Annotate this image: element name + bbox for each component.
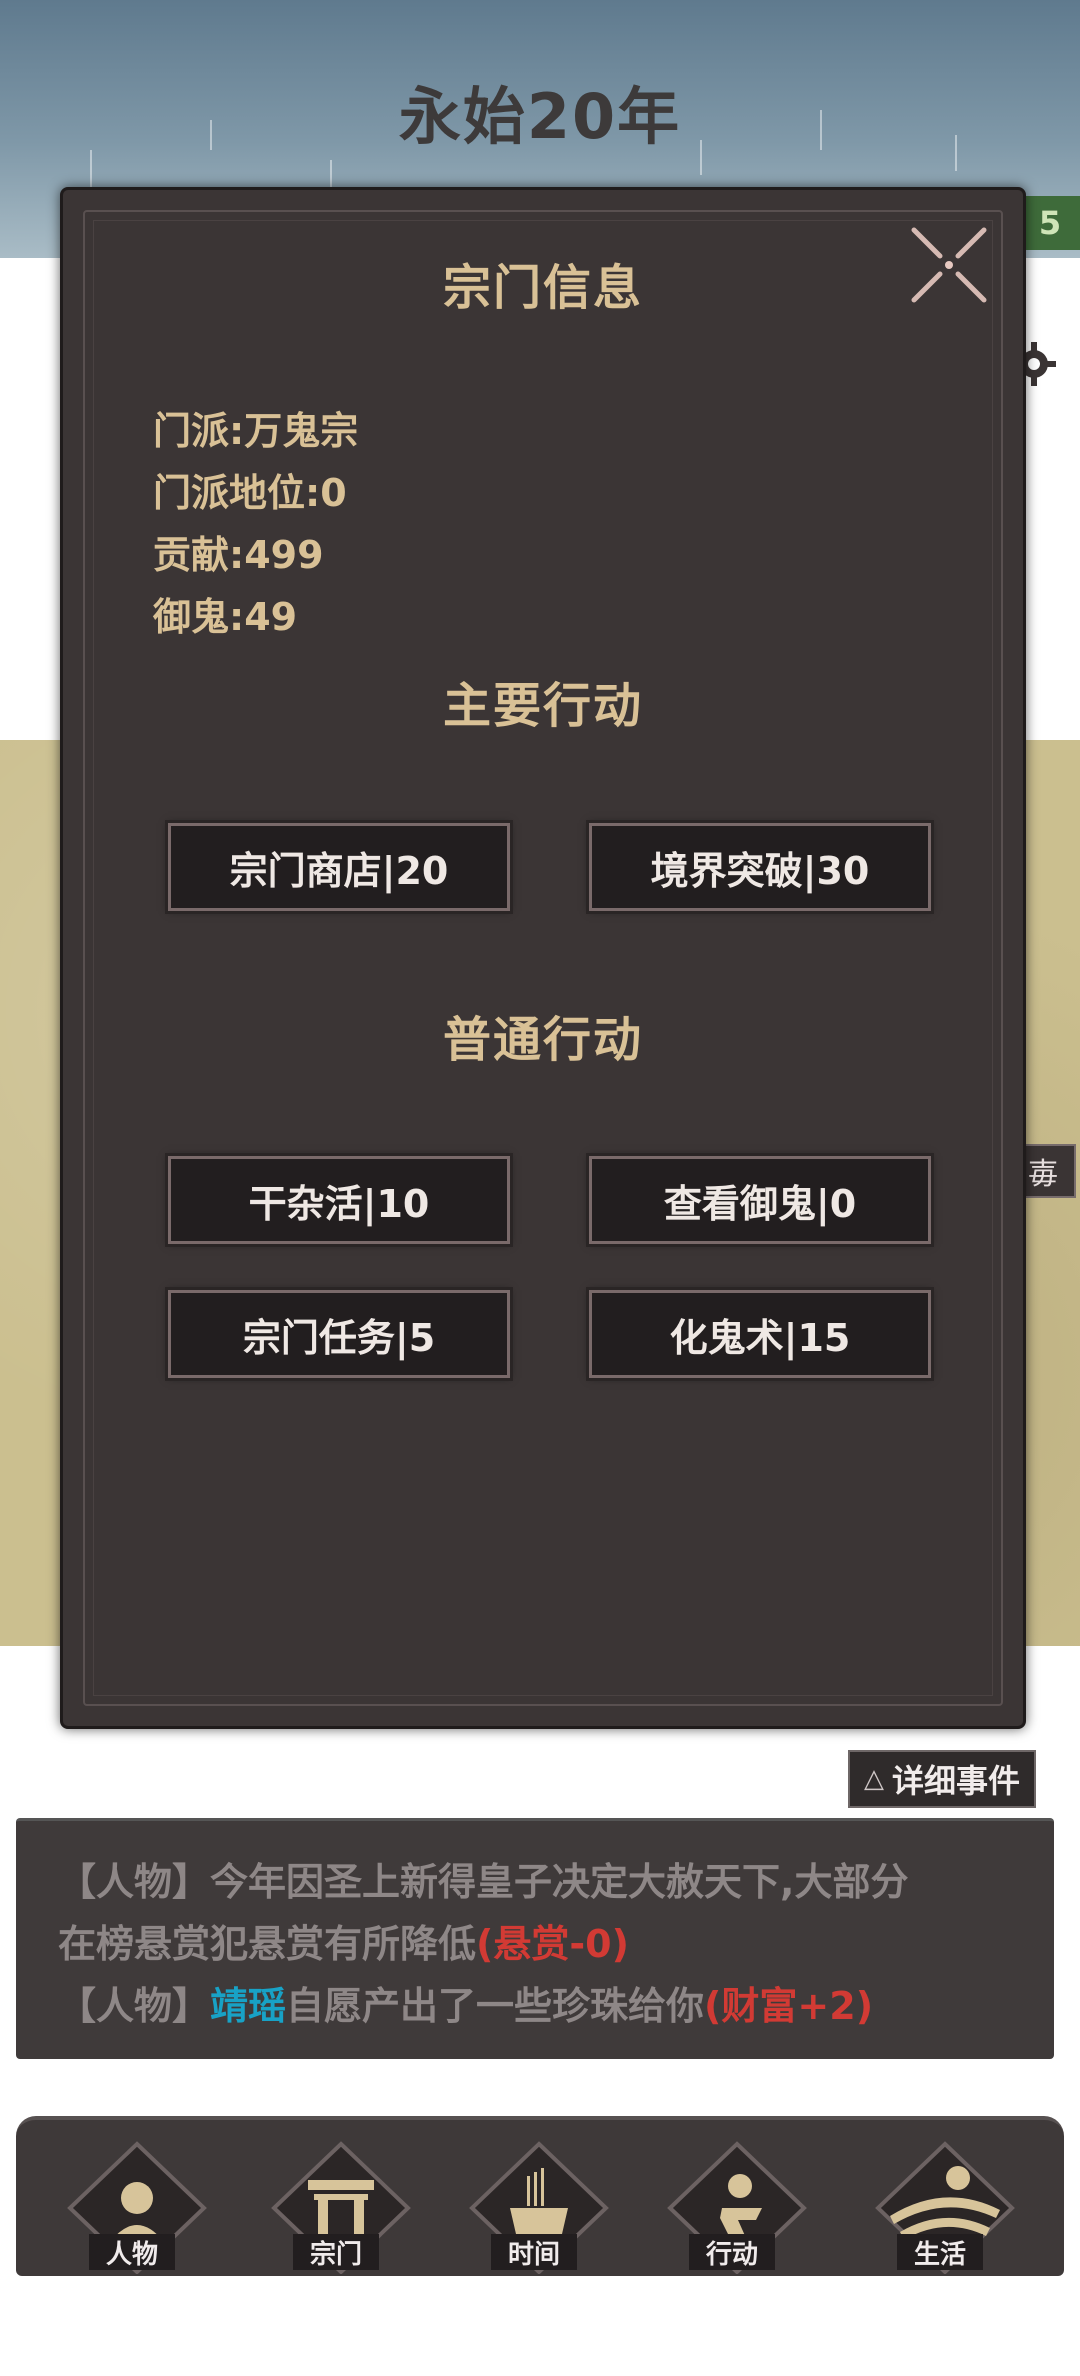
- dialog-title: 宗门信息: [442, 260, 643, 316]
- sect-quest-button[interactable]: 宗门任务|5: [168, 1290, 510, 1378]
- nav-label: 时间: [491, 2234, 577, 2270]
- year-title: 永始20年: [398, 80, 682, 153]
- nav-item-sect[interactable]: 宗门: [266, 2138, 416, 2274]
- status-tag: 5: [1020, 196, 1080, 250]
- nav-item-action[interactable]: 行动: [662, 2138, 812, 2274]
- view-ghosts-button[interactable]: 查看御鬼|0: [589, 1156, 931, 1244]
- common-actions-title: 普通行动: [442, 1012, 643, 1068]
- main-actions-title: 主要行动: [442, 678, 643, 734]
- nav-label: 生活: [897, 2234, 983, 2270]
- bottom-nav: 人物 宗门 时间 行动 生活: [16, 2116, 1064, 2276]
- event-line: 【人物】靖瑶自愿产出了一些珍珠给你(财富+2): [58, 1984, 874, 2028]
- detail-events-button[interactable]: △ 详细事件: [848, 1750, 1036, 1808]
- chores-button[interactable]: 干杂活|10: [168, 1156, 510, 1244]
- event-line: 在榜悬赏犯悬赏有所降低(悬赏-0): [58, 1922, 629, 1966]
- contribution: 贡献:499: [153, 533, 324, 577]
- event-line: 【人物】今年因圣上新得皇子决定大赦天下,大部分: [58, 1860, 909, 1904]
- nav-item-character[interactable]: 人物: [62, 2138, 212, 2274]
- event-log: 【人物】今年因圣上新得皇子决定大赦天下,大部分 在榜悬赏犯悬赏有所降低(悬赏-0…: [16, 1818, 1054, 2059]
- nav-label: 人物: [89, 2234, 175, 2270]
- sect-info-dialog: 宗门信息 门派:万鬼宗 门派地位:0 贡献:499 御鬼:49 主要行动 宗门商…: [60, 187, 1026, 1729]
- nav-item-time[interactable]: 时间: [464, 2138, 614, 2274]
- ghost-control: 御鬼:49: [153, 595, 298, 639]
- ghost-art-button[interactable]: 化鬼术|15: [589, 1290, 931, 1378]
- detail-events-label: 详细事件: [891, 1762, 1020, 1800]
- nav-label: 行动: [689, 2234, 775, 2270]
- sect-rank: 门派地位:0: [153, 471, 347, 515]
- triangle-icon: △: [863, 1764, 884, 1794]
- nav-label: 宗门: [293, 2234, 379, 2270]
- sect-name: 门派:万鬼宗: [153, 409, 359, 453]
- breakthrough-button[interactable]: 境界突破|30: [589, 823, 931, 911]
- character-name: 靖瑶: [210, 1984, 287, 2028]
- sect-shop-button[interactable]: 宗门商店|20: [168, 823, 510, 911]
- nav-item-life[interactable]: 生活: [870, 2138, 1020, 2274]
